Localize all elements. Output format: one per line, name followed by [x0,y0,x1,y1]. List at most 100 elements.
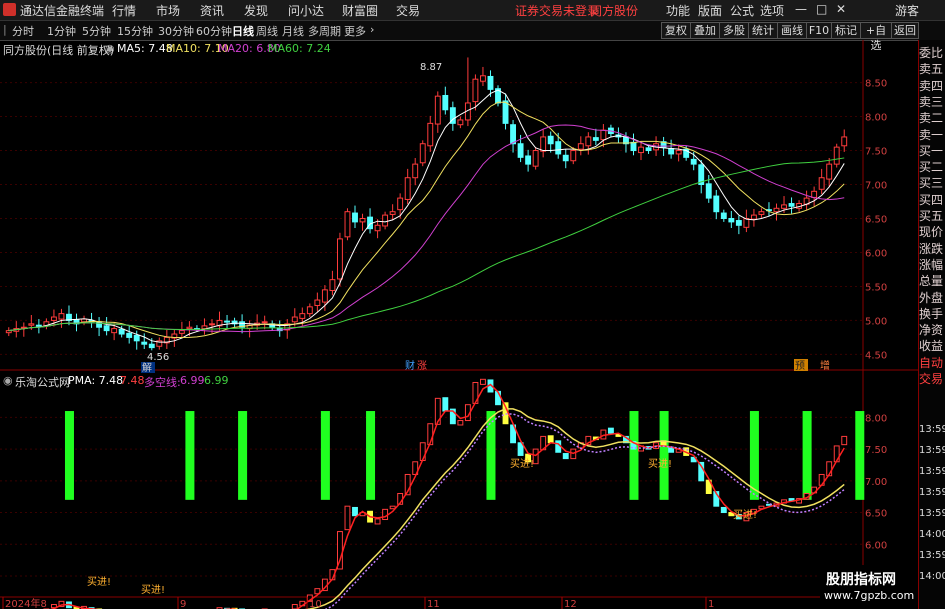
menu-zixun[interactable]: 资讯 [200,2,224,19]
candle-body [487,75,494,90]
buy-label-4: 买进! [648,458,672,470]
candle-body [359,217,366,223]
quote-item-3[interactable]: 卖三 [919,95,945,110]
quote-item-15[interactable]: 外盘 [919,291,945,306]
candle-body [826,163,833,180]
menu-caifuquan[interactable]: 财富圈 [342,2,378,19]
period-15min[interactable]: 15分钟 [117,23,153,39]
duogu-button[interactable]: 多股 [719,22,749,39]
menu-banmian[interactable]: 版面 [698,2,722,19]
login-notice[interactable]: 证券交易未登录 [515,2,599,19]
period-daily[interactable]: 日线 [232,23,254,39]
buy-label-3: 买进! [510,458,534,470]
period-5min[interactable]: 5分钟 [82,23,111,39]
quote-item-8[interactable]: 买三 [919,176,945,191]
period-fenshi[interactable]: 分时 [12,23,34,39]
period-monthly[interactable]: 月线 [282,23,304,39]
quote-item-0[interactable]: 委比 [919,46,945,61]
ma-lines [8,89,845,343]
signal-bar [320,411,330,500]
pma-line [50,383,845,609]
menu-xuanxiang[interactable]: 选项 [760,2,784,19]
period-1min[interactable]: 1分钟 [47,23,76,39]
quote-item-13[interactable]: 涨幅 [919,258,945,273]
toolbar-arrow-icon[interactable]: | [3,23,7,36]
quote-item-7[interactable]: 买二 [919,160,945,175]
period-30min[interactable]: 30分钟 [158,23,194,39]
quote-item-16[interactable]: 换手 [919,307,945,322]
quote-item-4[interactable]: 卖二 [919,111,945,126]
title-bar: 通达信金融终端 行情 市场 资讯 发现 问小达 财富圈 交易 证券交易未登录 同… [0,0,945,21]
close-icon[interactable]: ✕ [836,2,846,16]
period-60min[interactable]: 60分钟 [196,23,232,39]
right-quote-panel: 委比 卖五卖四 卖三 卖二卖一 买一 买二 买三买四 买五 现价涨跌 涨幅 总量外盘 换手 净资 收益自动… [918,40,945,609]
marker-cai: 财 [405,359,415,372]
ind-ytick-label: 6.50 [865,509,887,520]
signal-bar [185,411,195,500]
candle-body [472,78,479,103]
f10-button[interactable]: F10 [806,22,832,39]
add-favorite-button[interactable]: +自选 [860,22,892,52]
quote-item-6[interactable]: 买一 [919,144,945,159]
fuquan-button[interactable]: 复权 [661,22,691,39]
quote-item-5[interactable]: 卖一 [919,128,945,143]
ytick-label: 4.50 [865,350,887,361]
quote-item-9[interactable]: 买四 [919,193,945,208]
quote-item-20[interactable]: 交易 [919,372,945,387]
time-stamp-4: 13:59 [919,508,945,519]
period-weekly[interactable]: 周线 [256,23,278,39]
more-chevron-icon[interactable]: › [370,23,374,36]
quote-item-18[interactable]: 收益 [919,339,945,354]
quote-item-17[interactable]: 净资 [919,323,945,338]
period-multi[interactable]: 多周期 [308,23,341,39]
marker-zeng: 增 [820,359,830,372]
menu-faxian[interactable]: 发现 [244,2,268,19]
app-logo-icon [3,3,16,16]
candle-body [788,203,795,207]
menu-gongneng[interactable]: 功能 [666,2,690,19]
candle-body [833,146,840,165]
candle-body [811,190,818,198]
back-button[interactable]: 返回 [891,22,919,39]
candle-body [306,306,313,315]
menu-wenxiaoda[interactable]: 问小达 [288,2,324,19]
candle-body [750,214,757,220]
indicator-lines [50,383,845,609]
watermark-line1: 股朋指标网 [826,572,896,588]
diejia-button[interactable]: 叠加 [690,22,720,39]
guest-label[interactable]: 游客 [895,2,919,19]
chart-area[interactable]: 8.50 8.00 7.50 7.00 6.50 6.00 5.50 5.00 4.50 8.0… [0,40,918,609]
menu-hangqing[interactable]: 行情 [112,2,136,19]
period-toolbar: | 分时 1分钟 5分钟 15分钟 30分钟 60分钟 日线 周线 月线 多周期… [0,21,945,52]
minimize-icon[interactable]: — [795,2,807,16]
app-title: 通达信金融终端 [20,4,105,18]
menu-shichang[interactable]: 市场 [156,2,180,19]
period-more[interactable]: 更多 [344,23,366,39]
quote-item-12[interactable]: 涨跌 [919,242,945,257]
buy-label-1: 买进! [87,576,111,588]
quote-item-11[interactable]: 现价 [919,225,945,240]
xtick-label: 11 [427,599,440,609]
quote-item-14[interactable]: 总量 [919,274,945,289]
menu-jiaoyi[interactable]: 交易 [396,2,420,19]
tongji-button[interactable]: 统计 [748,22,778,39]
signal-bar [238,411,248,500]
ind-candle [344,505,351,531]
quote-item-19[interactable]: 自动 [919,356,945,371]
candle-body [329,279,336,292]
ytick-label: 5.00 [865,316,887,327]
indicator-yaxis: 8.007.507.006.506.005.50 [865,413,887,583]
ind-candle [389,505,396,510]
quote-item-2[interactable]: 卖四 [919,79,945,94]
candle-body [675,150,682,155]
quote-item-1[interactable]: 卖五 [919,62,945,77]
ind-candle [547,435,554,444]
time-stamp-3: 13:59 [919,487,945,498]
huaxian-button[interactable]: 画线 [777,22,807,39]
menu-gongshi[interactable]: 公式 [730,2,754,19]
candle-body [781,204,787,209]
quote-item-10[interactable]: 买五 [919,209,945,224]
maximize-icon[interactable]: □ [816,2,827,16]
biaoji-button[interactable]: 标记 [831,22,861,39]
ytick-label: 6.00 [865,248,887,259]
